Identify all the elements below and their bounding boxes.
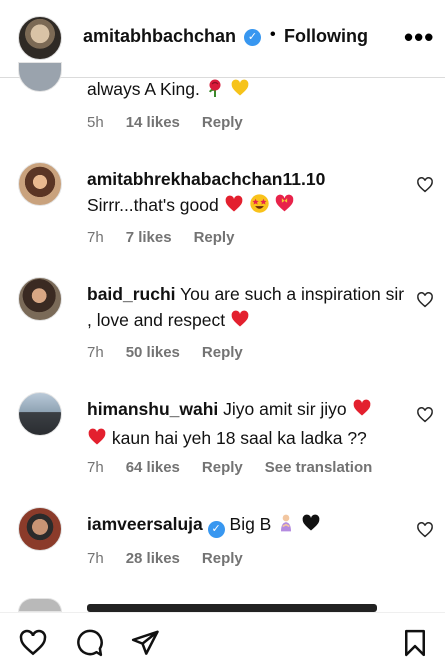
comment-username[interactable]: himanshu_wahi: [87, 399, 218, 419]
reply-button[interactable]: Reply: [202, 114, 243, 131]
comment-time: 7h: [87, 459, 104, 476]
comment-likes[interactable]: 7 likes: [126, 229, 172, 246]
heart-with-ribbon-icon: [274, 193, 295, 221]
comment-text: baid_ruchi You are such a inspiration si…: [87, 281, 407, 336]
bottom-divider: [0, 612, 445, 613]
like-comment-icon[interactable]: [416, 521, 434, 539]
comment-time: 7h: [87, 550, 104, 567]
comment-avatar[interactable]: [18, 277, 62, 321]
comment-username[interactable]: iamveersaluja: [87, 514, 203, 534]
reply-button[interactable]: Reply: [202, 344, 243, 361]
comment-likes[interactable]: 28 likes: [126, 550, 180, 567]
see-translation-button[interactable]: See translation: [265, 459, 373, 476]
comment-time: 7h: [87, 344, 104, 361]
comment-time: 7h: [87, 229, 104, 246]
reply-button[interactable]: Reply: [202, 459, 243, 476]
following-button[interactable]: Following: [284, 26, 368, 47]
comment-body-continued: kaun hai yeh 18 saal ka ladka ??: [111, 428, 367, 448]
verified-badge-icon: ✓: [244, 29, 261, 46]
like-comment-icon[interactable]: [416, 176, 434, 194]
person-bowing-icon: [276, 513, 296, 540]
star-struck-icon: [249, 193, 270, 221]
like-comment-icon[interactable]: [416, 406, 434, 424]
post-action-bar: [0, 620, 445, 672]
header-username[interactable]: amitabhbachchan: [83, 26, 236, 47]
black-heart-icon: [301, 513, 321, 540]
comment-meta: 5h 14 likes Reply: [87, 114, 265, 131]
comment-text: always A King.: [87, 76, 407, 105]
comment-text: amitabhrekhabachchan11.10 Sirrr...that's…: [87, 166, 407, 221]
comment-text: himanshu_wahi Jiyo amit sir jiyo kaun ha…: [87, 396, 407, 454]
comment-username[interactable]: baid_ruchi: [87, 284, 176, 304]
comment-likes[interactable]: 64 likes: [126, 459, 180, 476]
comment-body: Jiyo amit sir jiyo: [223, 399, 347, 419]
comment-likes[interactable]: 14 likes: [126, 114, 180, 131]
red-heart-icon: [224, 194, 244, 221]
yellow-heart-icon: [230, 78, 250, 105]
comment-username[interactable]: amitabhrekhabachchan11.10: [87, 169, 325, 189]
comment-text: iamveersaluja ✓ Big B: [87, 511, 407, 540]
comment-meta: 7h 7 likes Reply: [87, 229, 256, 246]
comment-meta: 7h 28 likes Reply: [87, 550, 265, 567]
rose-icon: [205, 78, 225, 105]
red-heart-icon: [230, 309, 250, 336]
comment-icon[interactable]: [74, 628, 104, 658]
comment-avatar[interactable]: [18, 392, 62, 436]
reply-button[interactable]: Reply: [194, 229, 235, 246]
verified-badge-icon: ✓: [207, 521, 225, 538]
comment-text-cutoff: [87, 604, 377, 612]
comment-avatar[interactable]: [18, 598, 62, 612]
red-heart-icon: [352, 398, 372, 425]
comment-body: always A King.: [87, 79, 200, 99]
comment-body: Big B: [229, 514, 272, 534]
comment-likes[interactable]: 50 likes: [126, 344, 180, 361]
more-options-icon[interactable]: •••: [404, 22, 434, 53]
reply-button[interactable]: Reply: [202, 550, 243, 567]
comment-avatar[interactable]: [18, 507, 62, 551]
like-comment-icon[interactable]: [416, 291, 434, 309]
comment-time: 5h: [87, 114, 104, 131]
comment-avatar[interactable]: [18, 162, 62, 206]
comment-meta: 7h 50 likes Reply: [87, 344, 265, 361]
post-comments-screen: amitabhbachchan ✓ • Following ••• always…: [0, 0, 445, 672]
comment-meta: 7h 64 likes Reply See translation: [87, 459, 394, 476]
like-icon[interactable]: [18, 628, 48, 658]
red-heart-icon: [87, 427, 107, 454]
profile-avatar[interactable]: [18, 16, 62, 60]
save-icon[interactable]: [400, 628, 430, 658]
comment-avatar[interactable]: [18, 62, 62, 92]
header-separator: •: [270, 26, 276, 43]
comment-body: Sirrr...that's good: [87, 195, 219, 215]
share-icon[interactable]: [130, 628, 160, 658]
post-header: amitabhbachchan ✓ • Following •••: [0, 0, 445, 76]
